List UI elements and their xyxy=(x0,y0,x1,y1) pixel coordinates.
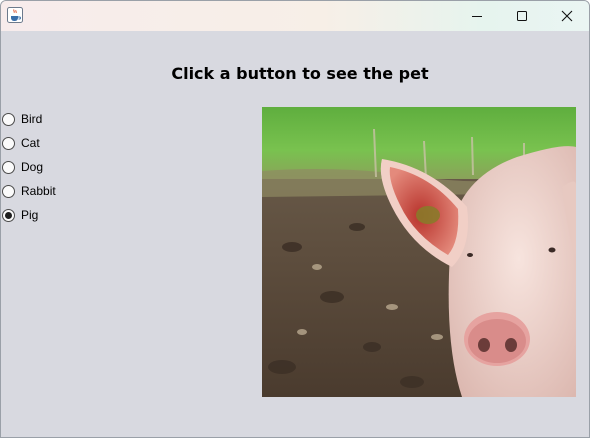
minimize-button[interactable] xyxy=(454,1,500,31)
radio-circle[interactable] xyxy=(2,184,15,198)
content-pane: Click a button to see the pet Bird Cat D… xyxy=(1,31,589,437)
radio-circle-selected[interactable] xyxy=(2,208,15,222)
radio-dog[interactable]: Dog xyxy=(1,155,56,179)
radio-label[interactable]: Bird xyxy=(21,112,42,126)
java-cup-icon xyxy=(7,7,23,23)
page-title: Click a button to see the pet xyxy=(171,64,429,83)
radio-label[interactable]: Rabbit xyxy=(21,184,56,198)
close-icon xyxy=(561,7,573,26)
radio-selected-dot xyxy=(5,211,12,219)
radio-label[interactable]: Dog xyxy=(21,160,43,174)
radio-bird[interactable]: Bird xyxy=(1,107,56,131)
close-button[interactable] xyxy=(544,1,589,31)
radio-rabbit[interactable]: Rabbit xyxy=(1,179,56,203)
title-bar[interactable] xyxy=(1,1,589,31)
radio-circle[interactable] xyxy=(2,112,15,126)
pet-image xyxy=(262,107,576,397)
app-window: Click a button to see the pet Bird Cat D… xyxy=(0,0,590,438)
radio-pig[interactable]: Pig xyxy=(1,203,56,227)
maximize-icon xyxy=(516,7,528,26)
minimize-icon xyxy=(471,7,483,26)
radio-label[interactable]: Cat xyxy=(21,136,40,150)
radio-cat[interactable]: Cat xyxy=(1,131,56,155)
pet-radio-group: Bird Cat Dog Rabbit Pig xyxy=(1,107,56,227)
radio-circle[interactable] xyxy=(2,136,15,150)
radio-circle[interactable] xyxy=(2,160,15,174)
radio-label[interactable]: Pig xyxy=(21,208,38,222)
maximize-button[interactable] xyxy=(499,1,545,31)
